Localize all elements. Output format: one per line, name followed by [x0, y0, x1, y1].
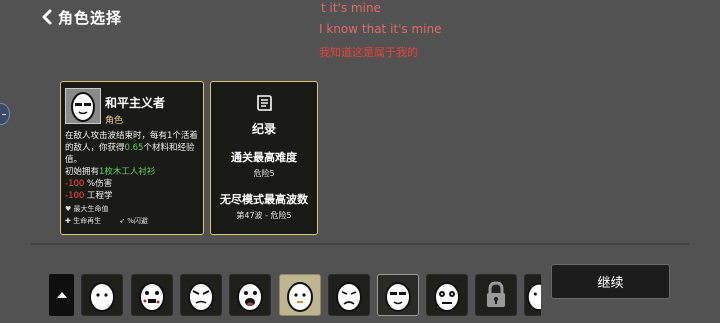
character-name: 和平主义者 [105, 96, 166, 110]
character-slot-partial[interactable] [524, 274, 541, 316]
record-title: 纪录 [251, 122, 276, 136]
egg-partial-icon [526, 282, 541, 311]
best-difficulty-label: 通关最高难度 [231, 151, 297, 164]
scroll-icon [257, 95, 272, 111]
character-slot-locked[interactable] [475, 274, 517, 316]
divider [30, 243, 690, 245]
mini-stat-row-1: ♥ 最大生命值 [65, 205, 109, 213]
character-portrait [65, 88, 101, 124]
continue-button[interactable]: 继续 [551, 264, 670, 299]
character-slot[interactable] [131, 274, 173, 316]
stat-engineering: -100 工程学 [65, 191, 113, 201]
page-header: 角色选择 [40, 6, 122, 28]
lyric-line-3: 我知道这是属于我的 [319, 46, 418, 59]
heart-icon: ♥ [65, 205, 72, 213]
egg-pacifist-icon [385, 282, 411, 312]
endless-value: 第47波 - 危险5 [236, 211, 292, 220]
stat-damage: -100 %伤害 [65, 179, 113, 189]
character-info-card: 和平主义者 角色 在敌人攻击波结束时，每有1个活着的敌人，你获得0.65个材料和… [60, 81, 204, 235]
endless-label: 无尽模式最高波数 [220, 193, 308, 206]
egg-mummy-icon [434, 282, 460, 312]
egg-plain-icon [89, 282, 115, 312]
page-title: 角色选择 [58, 8, 123, 27]
egg-pacifist-icon [71, 92, 95, 122]
character-slot[interactable] [180, 274, 222, 316]
lyric-line-1: t it's mine [321, 1, 381, 15]
triangle-up-icon [56, 292, 67, 298]
floating-side-button[interactable] [0, 103, 10, 125]
record-card: 纪录 通关最高难度 危险5 无尽模式最高波数 第47波 - 危险5 [210, 81, 318, 235]
egg-calm-icon [287, 282, 313, 312]
egg-shout-icon [237, 282, 263, 312]
scroll-up-button[interactable] [49, 274, 74, 316]
egg-spotted-icon [139, 282, 165, 312]
character-slot[interactable] [229, 274, 271, 316]
character-slot[interactable] [426, 274, 468, 316]
regen-icon: ✚ [65, 217, 71, 225]
character-slot-selected[interactable] [279, 274, 321, 316]
best-difficulty-value: 危险5 [253, 169, 275, 178]
character-role: 角色 [105, 116, 124, 126]
lock-icon [487, 281, 505, 307]
egg-angry-icon [188, 282, 214, 312]
mini-stat-row-2: ✚ 生命再生 ➶ %闪避 [65, 217, 148, 225]
character-slot[interactable] [328, 274, 370, 316]
starting-item-line: 初始拥有1枚木工人衬衫 [65, 167, 156, 177]
back-arrow-icon[interactable] [40, 9, 54, 25]
character-description: 在敌人攻击波结束时，每有1个活着的敌人，你获得0.65个材料和经验值。 [65, 131, 198, 165]
dodge-icon: ➶ [119, 217, 125, 225]
lyric-line-2: I know that it's mine [319, 22, 442, 36]
character-slot[interactable] [81, 274, 123, 316]
character-slot-current[interactable] [377, 274, 419, 316]
egg-sad-icon [336, 282, 362, 312]
